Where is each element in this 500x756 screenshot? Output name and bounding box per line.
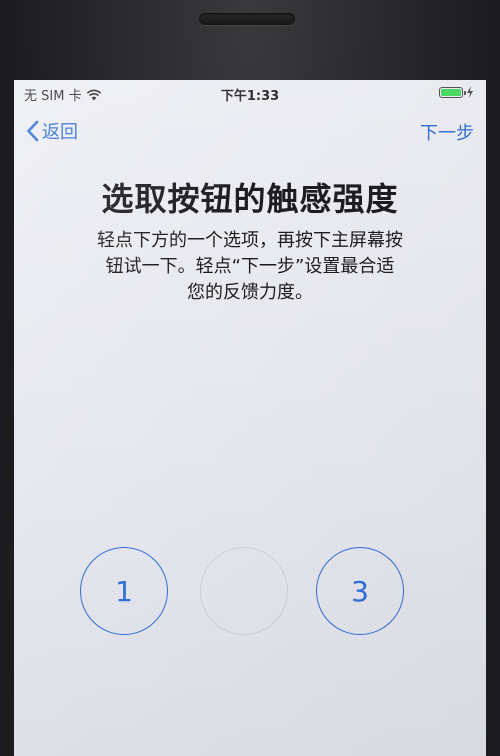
phone-bezel: 无 SIM 卡 下午1:33 返回 下一步 选取按钮的触感强度 轻点下方的一个选… [0,0,500,756]
description: 轻点下方的一个选项，再按下主屏幕按 钮试一下。轻点“下一步”设置最合适 您的反馈… [54,228,446,306]
haptic-option-3[interactable]: 3 [316,547,404,635]
back-label: 返回 [42,122,78,143]
chevron-left-icon [27,120,39,142]
haptic-option-2[interactable] [200,547,288,635]
option-label: 1 [115,574,133,608]
haptic-options: 1 3 [14,547,486,639]
page-title: 选取按钮的触感强度 [101,180,399,218]
battery-level-fill [441,88,461,96]
description-line: 轻点下方的一个选项，再按下主屏幕按 [97,230,403,251]
description-line: 您的反馈力度。 [187,282,313,303]
haptic-option-1[interactable]: 1 [80,547,168,635]
status-time: 下午1:33 [220,89,280,104]
screen: 无 SIM 卡 下午1:33 返回 下一步 选取按钮的触感强度 轻点下方的一个选… [14,80,486,756]
description-line: 钮试一下。轻点“下一步”设置最合适 [105,256,395,277]
option-label: 3 [351,574,369,608]
back-button[interactable]: 返回 [26,118,78,144]
battery-status [439,86,474,98]
next-button[interactable]: 下一步 [420,119,474,145]
status-bar: 无 SIM 卡 下午1:33 [14,80,486,106]
charging-bolt-icon [467,86,473,98]
earpiece-speaker [199,13,295,25]
battery-icon [439,86,466,98]
navigation-bar: 返回 下一步 [14,114,486,150]
